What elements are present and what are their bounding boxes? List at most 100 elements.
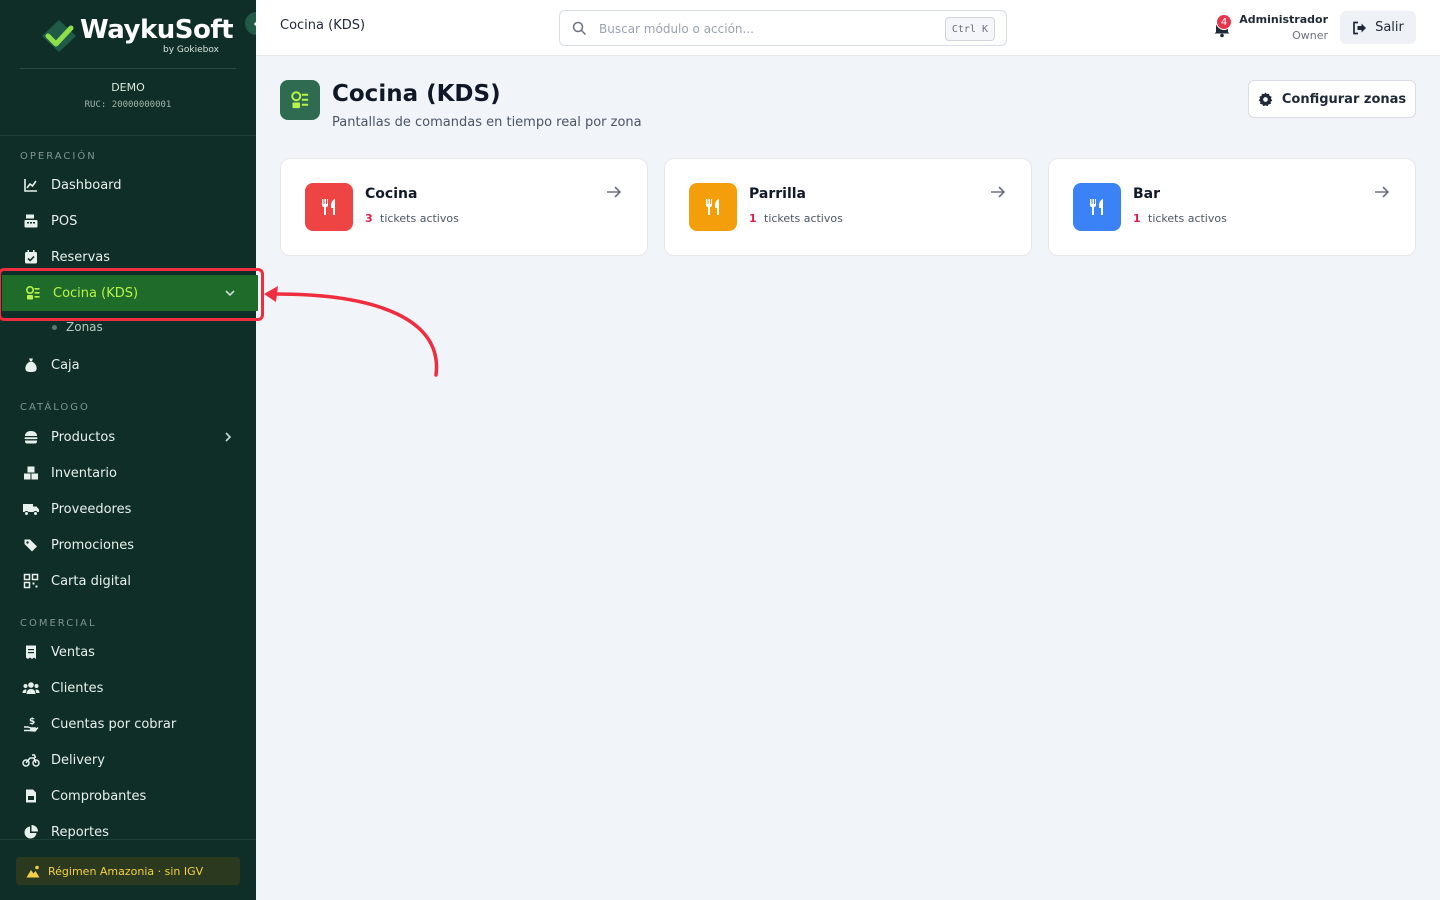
boxes-icon bbox=[22, 464, 40, 482]
sidebar-item-label: Carta digital bbox=[51, 573, 131, 589]
search-box[interactable]: Ctrl K bbox=[559, 10, 1007, 46]
brand-name: WaykuSoft bbox=[80, 15, 234, 45]
sidebar-subitem-zonas[interactable]: Zonas bbox=[52, 320, 103, 334]
sidebar-item-cuentas-por-cobrar[interactable]: $ Cuentas por cobrar bbox=[0, 706, 256, 742]
company-name: DEMO bbox=[111, 81, 145, 94]
zone-card-parrilla[interactable]: Parrilla 1 tickets activos bbox=[664, 158, 1032, 256]
section-comercial: COMERCIAL bbox=[20, 618, 97, 629]
page-title: Cocina (KDS) bbox=[332, 81, 501, 107]
motorcycle-icon bbox=[22, 751, 40, 769]
waykusoft-logo-icon bbox=[42, 20, 76, 52]
kitchen-display-icon bbox=[24, 284, 42, 302]
sidebar-item-label: Caja bbox=[51, 357, 80, 373]
breadcrumb: Cocina (KDS) bbox=[280, 18, 366, 33]
sidebar-item-caja[interactable]: Caja bbox=[0, 347, 256, 383]
search-input[interactable] bbox=[599, 19, 929, 39]
zone-ticket-label: tickets activos bbox=[1148, 212, 1227, 225]
kitchen-display-icon bbox=[280, 80, 320, 120]
sidebar-item-label: Dashboard bbox=[51, 177, 122, 193]
sidebar-item-label: Reservas bbox=[51, 249, 110, 265]
sidebar-item-promociones[interactable]: Promociones bbox=[0, 527, 256, 563]
sidebar-item-label: Inventario bbox=[51, 465, 117, 481]
zone-ticket-count: 3 bbox=[365, 212, 373, 225]
tax-regime-badge: Régimen Amazonia · sin IGV bbox=[16, 857, 240, 885]
calendar-check-icon bbox=[22, 248, 40, 266]
zone-card-cocina[interactable]: Cocina 3 tickets activos bbox=[280, 158, 648, 256]
sidebar-item-label: Clientes bbox=[51, 680, 104, 696]
sign-out-icon bbox=[1352, 21, 1367, 35]
sidebar-item-cocina-kds[interactable]: Cocina (KDS) bbox=[2, 275, 258, 311]
logout-button[interactable]: Salir bbox=[1340, 11, 1416, 44]
sidebar-item-label: Cuentas por cobrar bbox=[51, 716, 177, 732]
sidebar-item-label: Ventas bbox=[51, 644, 95, 660]
chevron-right-icon[interactable] bbox=[220, 429, 236, 445]
sidebar-item-label: Comprobantes bbox=[51, 788, 147, 804]
receipt-icon bbox=[22, 643, 40, 661]
sidebar-subitem-label: Zonas bbox=[66, 320, 103, 334]
zone-ticket-count: 1 bbox=[749, 212, 757, 225]
utensils-icon bbox=[322, 199, 335, 215]
zone-name: Bar bbox=[1133, 186, 1161, 202]
zone-ticket-label: tickets activos bbox=[764, 212, 843, 225]
zone-icon-bg bbox=[689, 183, 737, 231]
arrow-right-icon[interactable] bbox=[989, 183, 1007, 201]
users-icon bbox=[22, 679, 40, 697]
sidebar-item-label: Proveedores bbox=[51, 501, 132, 517]
truck-icon bbox=[22, 500, 40, 518]
burger-icon bbox=[22, 428, 40, 446]
sidebar-item-dashboard[interactable]: Dashboard bbox=[0, 167, 256, 203]
configure-zones-label: Configurar zonas bbox=[1281, 91, 1407, 107]
sidebar-item-reservas[interactable]: Reservas bbox=[0, 239, 256, 275]
sidebar-item-carta-digital[interactable]: Carta digital bbox=[0, 563, 256, 599]
notification-badge: 4 bbox=[1216, 14, 1232, 30]
page-subtitle: Pantallas de comandas en tiempo real por… bbox=[332, 115, 642, 130]
zone-icon-bg bbox=[1073, 183, 1121, 231]
zone-ticket-label: tickets activos bbox=[380, 212, 459, 225]
qr-code-icon bbox=[22, 572, 40, 590]
sidebar-footer: Régimen Amazonia · sin IGV bbox=[0, 839, 256, 900]
configure-zones-button[interactable]: Configurar zonas bbox=[1248, 80, 1416, 118]
sidebar-item-clientes[interactable]: Clientes bbox=[0, 670, 256, 706]
section-catalogo: CATÁLOGO bbox=[20, 402, 90, 413]
sidebar-item-pos[interactable]: POS bbox=[0, 203, 256, 239]
annotation-arrow bbox=[264, 286, 439, 377]
arrow-right-icon[interactable] bbox=[1373, 183, 1391, 201]
sidebar-item-label: Delivery bbox=[51, 752, 105, 768]
sidebar-item-label: Promociones bbox=[51, 537, 134, 553]
logout-label: Salir bbox=[1375, 20, 1404, 35]
chart-line-icon bbox=[22, 176, 40, 194]
sidebar-item-productos[interactable]: Productos bbox=[0, 419, 256, 455]
brand-by: by Gokiebox bbox=[163, 45, 219, 55]
tags-icon bbox=[22, 536, 40, 554]
file-invoice-icon bbox=[22, 787, 40, 805]
hand-holding-dollar-icon: $ bbox=[22, 715, 40, 733]
user-name: Administrador bbox=[1239, 13, 1328, 26]
sidebar-item-ventas[interactable]: Ventas bbox=[0, 634, 256, 670]
zone-name: Cocina bbox=[365, 186, 418, 202]
money-bag-icon bbox=[22, 356, 40, 374]
shortcut-hint: Ctrl K bbox=[944, 17, 995, 41]
topbar: Cocina (KDS) Ctrl K 4 Administrador Owne… bbox=[256, 0, 1440, 56]
arrow-right-icon[interactable] bbox=[605, 183, 623, 201]
brand-divider bbox=[20, 68, 236, 69]
zone-ticket-count: 1 bbox=[1133, 212, 1141, 225]
svg-text:$: $ bbox=[29, 717, 35, 727]
sidebar-item-label: Productos bbox=[51, 429, 116, 445]
section-operacion: OPERACIÓN bbox=[20, 151, 97, 162]
bullet-icon bbox=[52, 324, 57, 330]
sidebar-item-proveedores[interactable]: Proveedores bbox=[0, 491, 256, 527]
company-ruc: RUC: 20000000001 bbox=[84, 100, 172, 110]
brand-header: WaykuSoft by Gokiebox DEMO RUC: 20000000… bbox=[0, 0, 256, 136]
chevron-down-icon[interactable] bbox=[222, 285, 238, 301]
mountain-sun-icon bbox=[26, 865, 40, 878]
gear-icon bbox=[1258, 91, 1273, 107]
zone-icon-bg bbox=[305, 183, 353, 231]
zone-name: Parrilla bbox=[749, 186, 806, 202]
sidebar-item-delivery[interactable]: Delivery bbox=[0, 742, 256, 778]
utensils-icon bbox=[1090, 199, 1103, 215]
search-icon bbox=[572, 21, 587, 36]
sidebar: WaykuSoft by Gokiebox DEMO RUC: 20000000… bbox=[0, 0, 258, 900]
sidebar-item-comprobantes[interactable]: Comprobantes bbox=[0, 778, 256, 814]
sidebar-item-inventario[interactable]: Inventario bbox=[0, 455, 256, 491]
zone-card-bar[interactable]: Bar 1 tickets activos bbox=[1048, 158, 1416, 256]
